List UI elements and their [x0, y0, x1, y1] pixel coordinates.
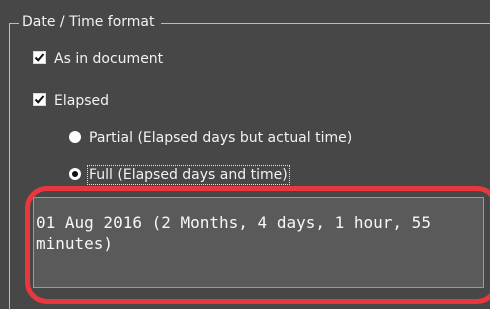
group-title: Date / Time format [19, 12, 161, 32]
partial-radio[interactable]: Partial (Elapsed days but actual time) [69, 129, 352, 147]
checkbox-checked-icon [33, 93, 46, 106]
elapsed-checkbox[interactable]: Elapsed [33, 92, 109, 110]
radio-selected-icon [69, 168, 81, 180]
date-preview-text: 01 Aug 2016 (2 Months, 4 days, 1 hour, 5… [36, 213, 431, 253]
checkbox-checked-icon [33, 51, 46, 64]
as-in-document-label: As in document [54, 51, 164, 67]
elapsed-label: Elapsed [54, 93, 109, 109]
radio-unselected-icon [69, 131, 81, 143]
full-radio[interactable]: Full (Elapsed days and time) [69, 165, 290, 185]
window-edge [490, 0, 494, 309]
settings-panel: Date / Time format As in document Elapse… [0, 0, 494, 310]
radio-dot [72, 171, 78, 177]
as-in-document-checkbox[interactable]: As in document [33, 50, 163, 68]
partial-label: Partial (Elapsed days but actual time) [89, 130, 353, 146]
full-label: Full (Elapsed days and time) [87, 165, 290, 185]
